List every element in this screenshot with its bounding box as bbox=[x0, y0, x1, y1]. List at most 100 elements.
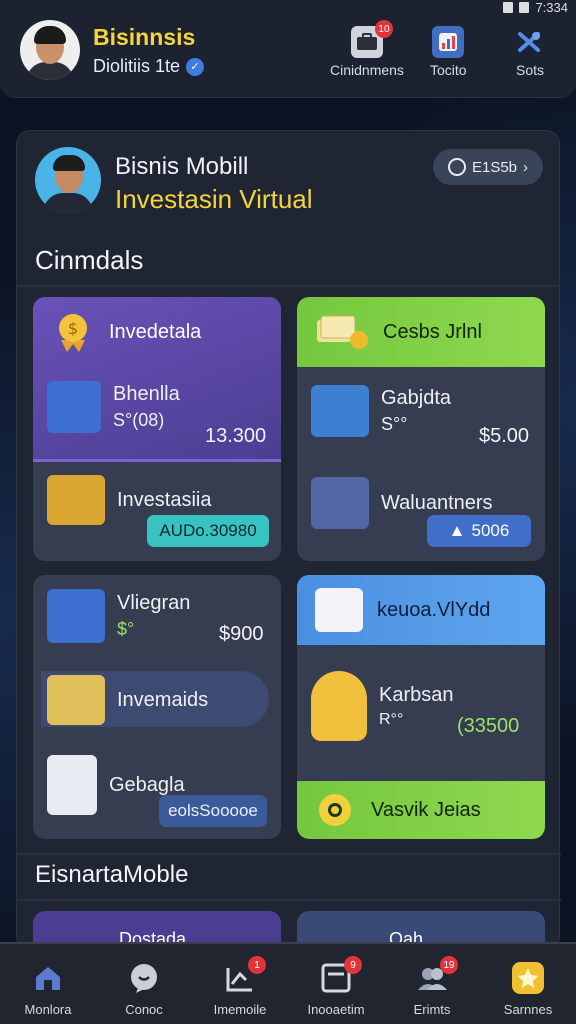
profile-avatar[interactable] bbox=[35, 147, 101, 213]
row-label: Gebagla bbox=[109, 773, 185, 796]
document-coin-icon bbox=[47, 755, 97, 815]
nav-label: Conoc bbox=[125, 1002, 163, 1017]
verified-icon: ✓ bbox=[186, 57, 205, 76]
investment-card-blue[interactable]: keuoa.VlYdd Karbsan R°° (33500 Vasvik Je… bbox=[297, 575, 545, 839]
investment-card-purple[interactable]: $ Invedetala Bhenlla S°(08) 13.300 Inves… bbox=[33, 297, 281, 561]
nav-trend[interactable]: 1 Imemoile bbox=[192, 944, 288, 1024]
section-title: Cinmdals bbox=[35, 245, 144, 275]
profile-title: Bisnis Mobill bbox=[115, 153, 249, 180]
row-amount: 13.300 bbox=[205, 425, 267, 447]
profile-subtitle: Investasin Virtual bbox=[115, 184, 313, 214]
card-coins-icon bbox=[47, 589, 105, 643]
tag-label: 5006 bbox=[471, 521, 510, 540]
row-sub: $° bbox=[117, 619, 135, 639]
card-title: keuoa.VlYdd bbox=[377, 598, 491, 621]
header-subtitle: Diolitiis 1te ✓ bbox=[93, 56, 205, 77]
header-nav-label: Sots bbox=[515, 62, 544, 78]
row-text: Bhenlla S°(08) bbox=[113, 383, 180, 431]
lightbulb-icon bbox=[311, 671, 367, 741]
header-title: Bisinnsis bbox=[93, 24, 196, 50]
card-title: Cesbs Jrlnl bbox=[383, 320, 482, 343]
nav-label: Monlora bbox=[24, 1002, 72, 1017]
chevron-right-icon: › bbox=[523, 158, 529, 176]
nav-people[interactable]: 19 Erimts bbox=[384, 944, 480, 1024]
home-icon bbox=[32, 962, 64, 994]
calculator-icon bbox=[47, 381, 101, 433]
header-nav-briefcase[interactable]: 10 Cinidnmens bbox=[330, 20, 404, 78]
card-header: Cesbs Jrlnl bbox=[297, 297, 545, 367]
row-label: Vliegran bbox=[117, 592, 191, 614]
value-tag[interactable]: AUDo.30980 bbox=[147, 515, 269, 547]
bottom-nav: Monlora Conoc 1 Imemoile 9 Inooaetim 19 … bbox=[0, 942, 576, 1024]
chat-icon bbox=[128, 962, 160, 994]
row-label: Bhenlla bbox=[113, 383, 180, 405]
main-panel: Bisnis Mobill Investasin Virtual E1S5b ›… bbox=[16, 130, 561, 951]
row-label: Investasiia bbox=[117, 488, 212, 511]
wallet-icon bbox=[311, 385, 369, 437]
report-icon bbox=[315, 588, 363, 632]
row-sub: S°(08) bbox=[113, 410, 165, 430]
row-label: Waluantners bbox=[381, 491, 493, 514]
status-bar: 7:334 bbox=[503, 0, 568, 15]
nav-home[interactable]: Monlora bbox=[0, 944, 96, 1024]
building-icon bbox=[47, 675, 105, 725]
briefcase-icon: 10 bbox=[350, 20, 393, 58]
clock-icon bbox=[447, 158, 466, 176]
tools-icon bbox=[514, 26, 546, 58]
laptop-coins-icon bbox=[311, 477, 369, 529]
card-header: $ Invedetala bbox=[33, 297, 281, 367]
nav-label: Sarnnes bbox=[503, 1002, 553, 1017]
value-tag[interactable]: ▲ 5006 bbox=[427, 515, 531, 547]
header-nav-tools[interactable]: Sots bbox=[514, 26, 546, 78]
row-sub: S°° bbox=[381, 414, 408, 434]
section-title: EisnartaMoble bbox=[35, 861, 189, 888]
notification-badge: 10 bbox=[374, 20, 393, 38]
app-header: Bisinnsis Diolitiis 1te ✓ 10 Cinidnmens … bbox=[0, 0, 576, 98]
tag-icon: ▲ bbox=[448, 521, 466, 540]
money-stack-icon bbox=[315, 310, 369, 354]
row-label: Karbsan bbox=[379, 683, 454, 706]
notification-badge: 19 bbox=[440, 956, 458, 974]
row-label: Gabjdta bbox=[381, 387, 452, 409]
nav-chat[interactable]: Conoc bbox=[96, 944, 192, 1024]
nav-star[interactable]: Sarnnes bbox=[480, 944, 576, 1024]
nav-document[interactable]: 9 Inooaetim bbox=[288, 944, 384, 1024]
card-title: Invedetala bbox=[109, 320, 202, 343]
row-amount: $5.00 bbox=[479, 425, 530, 447]
investment-card-dark[interactable]: Vliegran $° $900 Invemaids Gebagla eolsS… bbox=[33, 575, 281, 839]
section-divider bbox=[17, 899, 561, 901]
trend-icon: 1 bbox=[224, 956, 266, 994]
document-icon: 9 bbox=[320, 956, 362, 994]
row-label: Invemaids bbox=[117, 688, 209, 711]
chart-icon bbox=[432, 26, 465, 58]
nav-label: Erimts bbox=[413, 1002, 451, 1017]
nav-label: Inooaetim bbox=[307, 1002, 365, 1017]
medal-icon: $ bbox=[51, 310, 95, 354]
header-nav-label: Cinidnmens bbox=[330, 62, 404, 78]
avatar[interactable] bbox=[20, 20, 80, 80]
card-header: keuoa.VlYdd bbox=[297, 575, 545, 645]
section-divider bbox=[17, 285, 561, 287]
coins-laptop-icon bbox=[47, 475, 105, 525]
header-nav-label: Tocito bbox=[430, 62, 467, 78]
header-subtitle-text: Diolitiis 1te bbox=[93, 56, 181, 76]
search-icon bbox=[319, 794, 351, 826]
svg-text:$: $ bbox=[68, 319, 78, 338]
star-icon bbox=[512, 962, 544, 994]
notification-badge: 9 bbox=[344, 956, 362, 974]
people-icon: 19 bbox=[416, 956, 458, 994]
profile-action-button[interactable]: E1S5b › bbox=[433, 149, 543, 185]
status-time: 7:334 bbox=[535, 0, 568, 15]
section-divider bbox=[17, 853, 561, 855]
card-row[interactable]: Invemaids bbox=[47, 675, 267, 725]
row-amount: (33500 bbox=[457, 715, 520, 737]
value-tag[interactable]: eolsSooooe bbox=[159, 795, 267, 827]
header-nav-chart[interactable]: Tocito bbox=[430, 26, 467, 78]
search-action-button[interactable]: Vasvik Jeias bbox=[297, 781, 545, 839]
nav-label: Imemoile bbox=[213, 1002, 267, 1017]
row-sub: R°° bbox=[379, 710, 404, 728]
notification-badge: 1 bbox=[248, 956, 266, 974]
row-text: Gabjdta S°° bbox=[381, 387, 451, 435]
investment-card-green[interactable]: Cesbs Jrlnl Gabjdta S°° $5.00 Waluantner… bbox=[297, 297, 545, 561]
row-amount: $900 bbox=[219, 623, 264, 645]
